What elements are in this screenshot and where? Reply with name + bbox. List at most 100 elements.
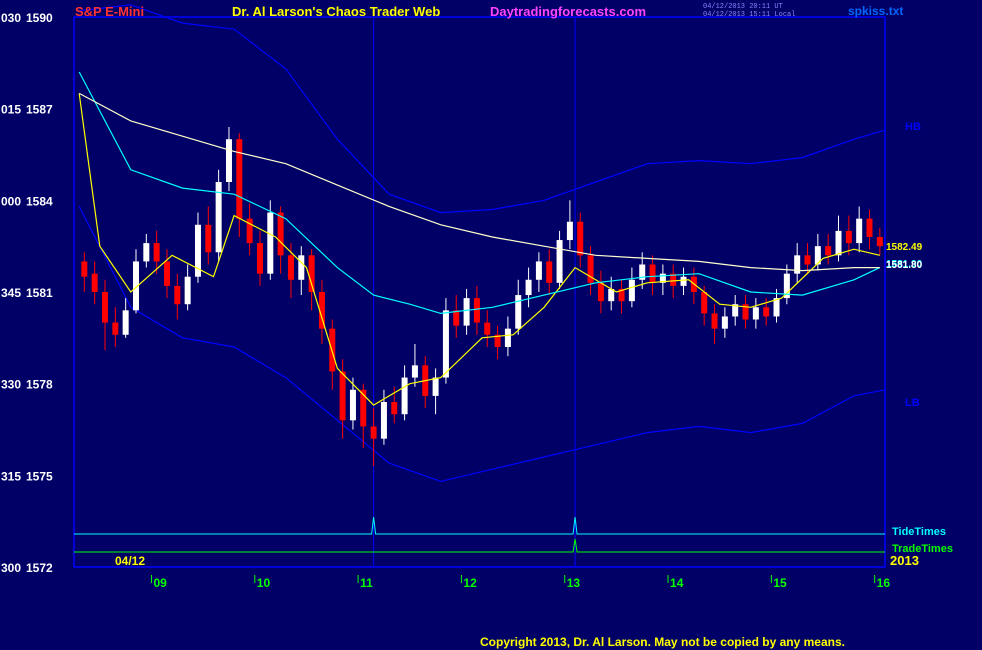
candle-body	[556, 240, 563, 283]
down-candle	[866, 209, 873, 250]
upper-band-label: HB	[905, 121, 921, 133]
up-candle	[556, 230, 563, 289]
candle-body	[401, 377, 408, 415]
y-tick-price: 1590	[26, 11, 53, 25]
chart-canvas: TideTimesTradeTimes 030 1590 015 1587 000 158…	[1, 4, 953, 590]
y-tick-price: 1578	[26, 378, 53, 392]
up-candle	[504, 316, 511, 357]
down-candle	[236, 133, 243, 237]
up-candle	[659, 264, 666, 296]
candle-body	[163, 261, 170, 286]
candle-body	[856, 218, 863, 244]
y-tick-price: 1572	[26, 561, 53, 575]
down-candle	[597, 270, 604, 314]
candle-body	[577, 221, 584, 256]
candle-body	[804, 255, 811, 265]
candle-body	[256, 243, 263, 274]
down-candle	[804, 243, 811, 274]
candle-body	[236, 139, 243, 219]
up-candle	[794, 243, 801, 283]
timing-rows: TideTimesTradeTimes	[74, 516, 953, 555]
site-link[interactable]: Daytradingforecasts.com	[490, 4, 646, 19]
down-candle	[308, 249, 315, 311]
candle-body	[91, 273, 98, 292]
x-tick-label: 09	[153, 576, 167, 590]
year-label: 2013	[890, 553, 919, 568]
up-candle	[184, 264, 191, 311]
down-candle	[81, 252, 88, 292]
y-tick-code: 030	[1, 11, 21, 25]
candle-body	[866, 218, 873, 237]
x-tick-label: 11	[360, 576, 373, 590]
y-tick-code: 000	[1, 194, 21, 208]
down-candle	[112, 307, 119, 347]
up-candle	[432, 368, 439, 415]
down-candle	[825, 233, 832, 265]
candle-body	[587, 255, 594, 283]
candle-body	[267, 212, 274, 274]
candle-body	[597, 282, 604, 302]
price-tag-slow: 1581.80	[886, 260, 923, 271]
candle-body	[122, 310, 129, 335]
candle-body	[308, 255, 315, 292]
candle-body	[825, 246, 832, 256]
candle-body	[205, 224, 212, 253]
candle-body	[339, 371, 346, 421]
down-candle	[370, 408, 377, 467]
candle-body	[442, 310, 449, 378]
candle-body	[752, 307, 759, 320]
down-candle	[163, 249, 170, 299]
date-label: 04/12	[115, 554, 145, 568]
candle-body	[370, 426, 377, 439]
candle-body	[701, 292, 708, 314]
down-candle	[174, 273, 181, 320]
candle-body	[763, 307, 770, 317]
down-candle	[473, 285, 480, 335]
up-candle	[752, 298, 759, 329]
candle-body	[504, 328, 511, 347]
candle-body	[835, 230, 842, 256]
data-file-label: spkiss.txt	[848, 4, 904, 18]
down-candle	[618, 279, 625, 314]
price-tag-fast: 1582.49	[886, 242, 923, 253]
candle-body	[380, 402, 387, 439]
y-tick-price: 1584	[26, 194, 53, 208]
y-tick-code: 015	[1, 103, 21, 117]
down-candle	[649, 255, 656, 296]
y-tick-price: 1587	[26, 103, 53, 117]
upper-band-line	[79, 4, 886, 214]
y-tick-code: 330	[1, 378, 21, 392]
axis-labels: 030 1590 015 1587 000 1584 345 1581 330 1578 315 15…	[1, 11, 923, 590]
candle-body	[711, 313, 718, 329]
candle-body	[845, 230, 852, 244]
up-candle	[721, 307, 728, 338]
candle-body	[277, 212, 284, 256]
chart-title: Dr. Al Larson's Chaos Trader Web	[232, 4, 441, 19]
candle-body	[184, 276, 191, 305]
down-candle	[101, 279, 108, 351]
ema-mid-line	[78, 71, 881, 315]
down-candle	[287, 243, 294, 299]
candle-body	[349, 389, 356, 421]
down-candle	[845, 215, 852, 256]
candle-body	[566, 221, 573, 241]
y-tick-code: 345	[1, 286, 21, 300]
x-tick-label: 10	[257, 576, 271, 590]
up-candle	[463, 288, 470, 335]
candle-body	[81, 261, 88, 277]
up-candle	[194, 212, 201, 283]
up-candle	[783, 264, 790, 305]
x-tick-label: 16	[877, 576, 891, 590]
candle-body	[225, 139, 232, 182]
y-tick-price: 1581	[26, 286, 53, 300]
down-candle	[205, 206, 212, 265]
tidetimes-line	[74, 516, 885, 535]
down-candle	[453, 295, 460, 338]
tidetimes-label: TideTimes	[892, 526, 946, 538]
candle-body	[101, 292, 108, 323]
instrument-label: S&P E-Mini	[75, 4, 145, 19]
up-candle	[732, 295, 739, 326]
down-candle	[422, 356, 429, 409]
candle-body	[432, 377, 439, 396]
up-candle	[215, 169, 222, 262]
